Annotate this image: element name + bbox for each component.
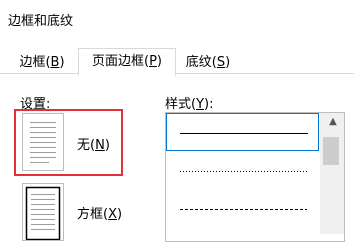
dotted-line-icon [180, 171, 307, 172]
tab-shading-label-pre: 底纹( [185, 55, 217, 70]
style-list [165, 112, 320, 242]
tab-strip: 边框(B) 页面边框(P) 底纹(S) [0, 46, 354, 76]
style-item-dashed[interactable] [166, 192, 319, 222]
tab-page-border[interactable]: 页面边框(P) [78, 48, 176, 76]
style-scrollbar[interactable]: ▲ [320, 113, 344, 234]
tab-borders[interactable]: 边框(B) [12, 52, 72, 74]
style-label-pre: 样式( [165, 97, 197, 112]
tab-shading-accesskey: S [216, 55, 226, 70]
tab-page-border-label-pre: 页面边框( [92, 54, 150, 69]
style-item-solid[interactable] [166, 113, 319, 151]
setting-none-accesskey: N [95, 138, 105, 153]
tab-page-border-label-post: ) [156, 54, 162, 69]
tab-page-border-accesskey: P [149, 54, 157, 69]
setting-none-label-pre: 无( [77, 138, 96, 153]
page-preview-none-icon [30, 122, 56, 163]
setting-box-label[interactable]: 方框(X) [77, 203, 122, 222]
style-label: 样式(Y): [165, 93, 213, 112]
setting-none-label-post: ) [104, 138, 110, 153]
setting-box-button[interactable] [22, 183, 64, 241]
dashed-line-icon [180, 209, 307, 210]
style-label-post: ): [204, 97, 214, 112]
tab-divider [0, 73, 354, 74]
scroll-up-icon[interactable]: ▲ [326, 115, 340, 129]
setting-none-label[interactable]: 无(N) [77, 134, 110, 153]
dialog-title: 边框和底纹 [8, 14, 74, 29]
solid-line-icon [180, 133, 308, 134]
tab-borders-label-post: ) [59, 55, 65, 70]
page-preview-box-icon [25, 186, 61, 241]
setting-box-label-post: ) [116, 207, 123, 222]
tab-shading[interactable]: 底纹(S) [180, 52, 236, 74]
setting-box-label-pre: 方框( [77, 207, 109, 222]
scrollbar-thumb[interactable] [323, 137, 339, 165]
style-label-accesskey: Y [196, 97, 205, 112]
tab-borders-label-pre: 边框( [19, 55, 51, 70]
style-item-dotted[interactable] [166, 156, 319, 186]
setting-none-button[interactable] [22, 113, 64, 171]
tab-shading-label-post: ) [225, 55, 231, 70]
setting-box-accesskey: X [108, 207, 117, 222]
